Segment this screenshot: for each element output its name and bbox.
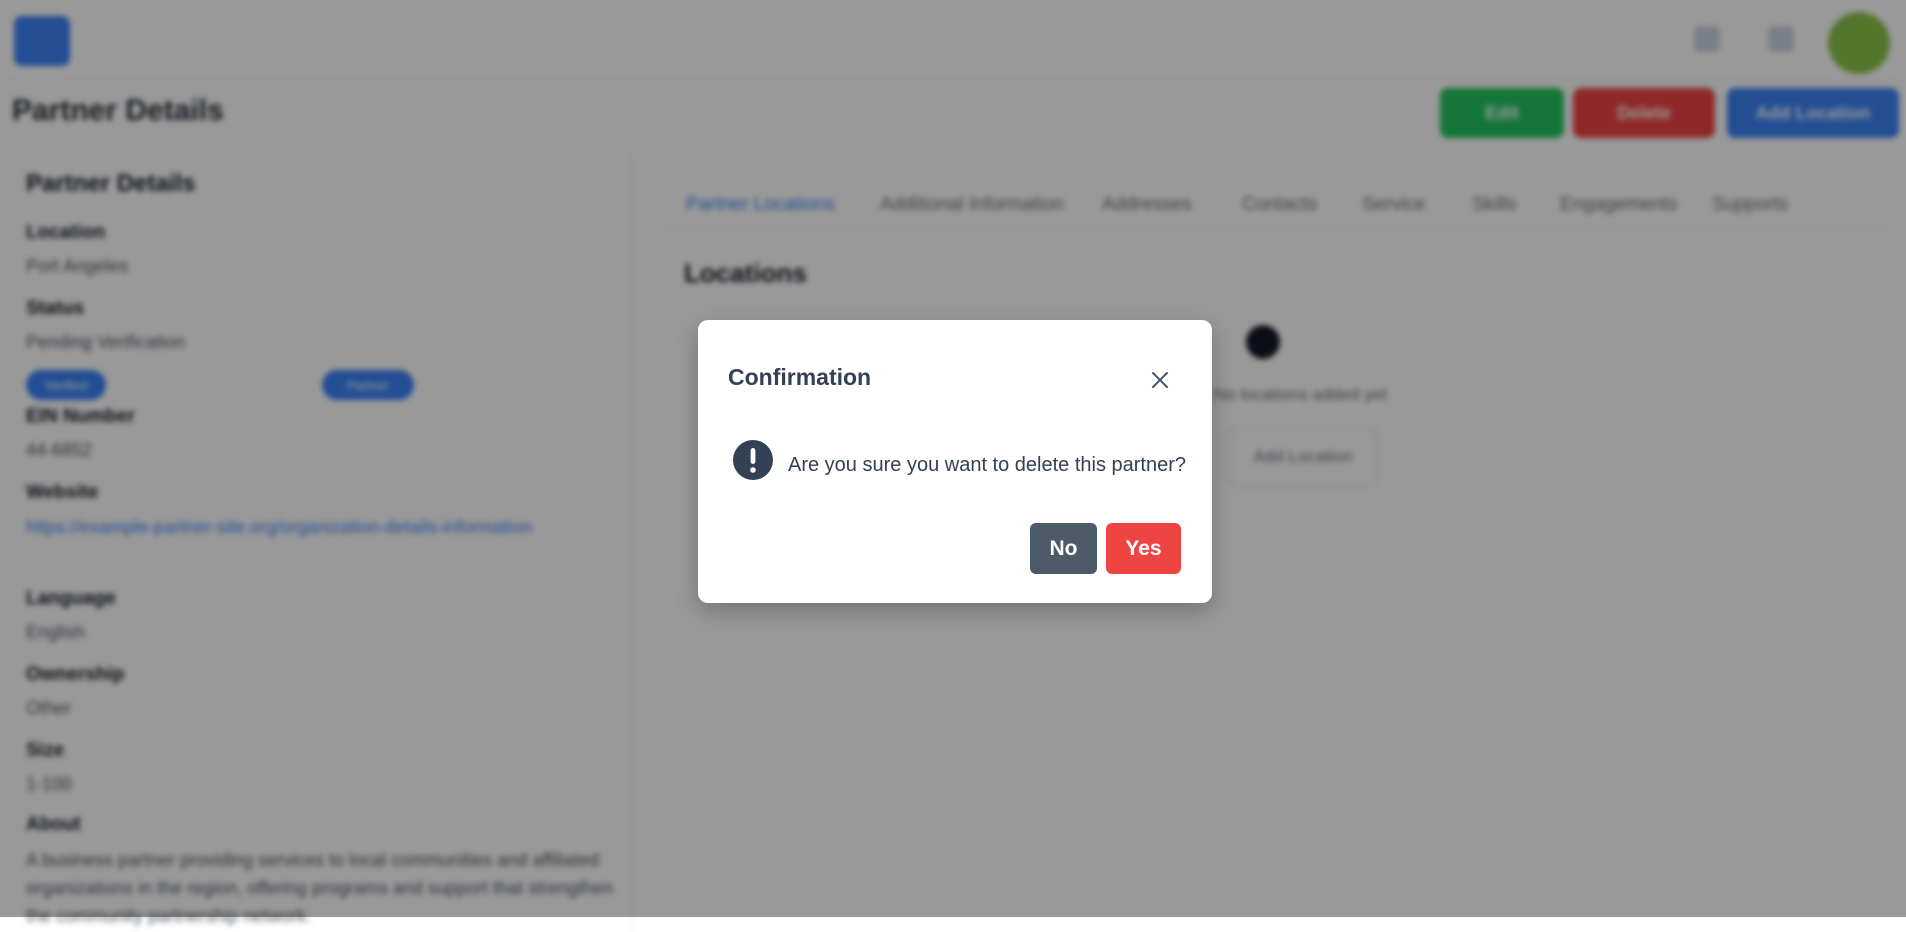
exclamation-circle-icon (733, 440, 773, 480)
close-button[interactable] (1142, 362, 1178, 398)
dialog-message: Are you sure you want to delete this par… (788, 454, 1187, 476)
no-button[interactable]: No (1030, 523, 1097, 574)
confirmation-dialog: Confirmation Are you sure you want to de… (698, 320, 1212, 603)
dialog-title: Confirmation (728, 364, 872, 390)
yes-button[interactable]: Yes (1106, 523, 1181, 574)
close-icon (1152, 372, 1168, 388)
